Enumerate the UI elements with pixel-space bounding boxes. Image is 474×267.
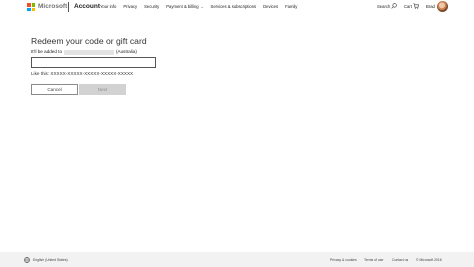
search-icon[interactable] (391, 3, 397, 9)
logo-blue-square (27, 7, 31, 11)
top-header: Microsoft Account Your info Privacy Secu… (0, 0, 474, 14)
cart-icon[interactable] (413, 3, 419, 9)
logo-green-square (31, 3, 35, 7)
footer-link-terms[interactable]: Terms of use (364, 258, 383, 263)
code-input[interactable] (31, 57, 156, 68)
main-nav: Your info Privacy Security Payment & bil… (100, 4, 297, 10)
page: Microsoft Account Your info Privacy Secu… (0, 0, 474, 267)
footer: English (United States) Privacy & cookie… (0, 252, 474, 267)
masked-email (64, 49, 115, 55)
search-link[interactable]: Search (377, 4, 390, 10)
cart-link[interactable]: Cart (404, 4, 412, 10)
next-button[interactable]: Next (79, 84, 126, 95)
account-title[interactable]: Account (74, 2, 100, 12)
page-title: Redeem your code or gift card (31, 36, 147, 46)
nav-services-subscriptions[interactable]: Services & subscriptions (211, 4, 257, 10)
nav-security[interactable]: Security (144, 4, 159, 10)
language-selector[interactable]: English (United States) (33, 258, 68, 263)
code-format-hint: Like this: XXXXX-XXXXX-XXXXX-XXXXX-XXXXX (31, 71, 134, 76)
chevron-down-icon: ⌄ (199, 5, 204, 9)
nav-family[interactable]: Family (285, 4, 297, 10)
brand-name[interactable]: Microsoft (38, 2, 67, 12)
nav-payment-billing[interactable]: Payment & billing ⌄ (166, 4, 203, 10)
header-divider (68, 2, 69, 12)
account-destination-text: It'll be added to (Australia) (31, 49, 137, 55)
user-name[interactable]: Brad (426, 4, 435, 10)
nav-your-info[interactable]: Your info (100, 4, 116, 10)
nav-devices[interactable]: Devices (263, 4, 278, 10)
footer-link-contact[interactable]: Contact us (392, 258, 408, 263)
logo-yellow-square (31, 7, 35, 11)
logo-red-square (27, 3, 31, 7)
nav-privacy[interactable]: Privacy (123, 4, 137, 10)
nav-payment-billing-label: Payment & billing (166, 4, 199, 9)
microsoft-logo-icon[interactable] (27, 3, 35, 11)
added-prefix: It'll be added to (31, 49, 63, 54)
added-suffix: (Australia) (116, 49, 137, 54)
globe-icon (24, 257, 30, 263)
avatar[interactable] (437, 1, 448, 12)
footer-copyright: © Microsoft 2016 (416, 258, 442, 262)
cancel-button[interactable]: Cancel (31, 84, 78, 95)
footer-link-privacy[interactable]: Privacy & cookies (330, 258, 357, 263)
